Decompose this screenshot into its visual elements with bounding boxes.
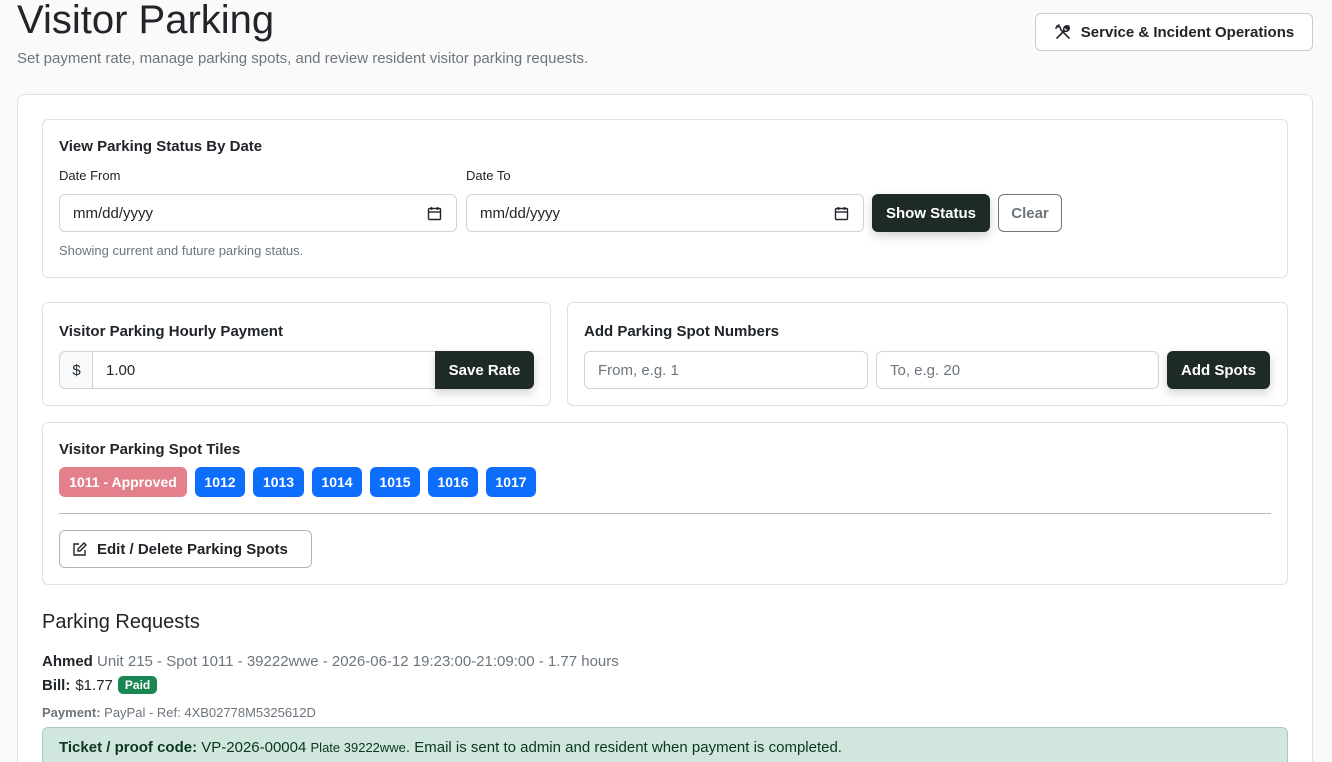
ticket-note: . Email is sent to admin and resident wh… bbox=[405, 739, 842, 756]
save-rate-button[interactable]: Save Rate bbox=[435, 351, 534, 389]
spot-to-placeholder: To, e.g. 20 bbox=[890, 361, 961, 379]
page-subtitle: Set payment rate, manage parking spots, … bbox=[17, 50, 589, 67]
date-from-label: Date From bbox=[59, 168, 121, 183]
calendar-icon[interactable] bbox=[834, 206, 849, 221]
request-summary: Ahmed Unit 215 - Spot 1011 - 39222wwe - … bbox=[42, 653, 619, 670]
hourly-payment-title: Visitor Parking Hourly Payment bbox=[59, 323, 283, 340]
currency-prefix: $ bbox=[59, 351, 93, 389]
add-spots-button[interactable]: Add Spots bbox=[1167, 351, 1270, 389]
request-payment: Payment: PayPal - Ref: 4XB02778M5325612D bbox=[42, 705, 316, 720]
date-to-placeholder: mm/dd/yyyy bbox=[480, 204, 561, 222]
payment-details: PayPal - Ref: 4XB02778M5325612D bbox=[104, 705, 316, 720]
spot-to-input[interactable]: To, e.g. 20 bbox=[876, 351, 1159, 389]
spot-tile[interactable]: 1011 - Approved bbox=[59, 467, 187, 497]
request-bill: Bill: $1.77 Paid bbox=[42, 676, 158, 694]
date-from-placeholder: mm/dd/yyyy bbox=[73, 204, 154, 222]
status-by-date-title: View Parking Status By Date bbox=[59, 138, 263, 155]
spot-tile[interactable]: 1013 bbox=[253, 467, 304, 497]
spot-from-input[interactable]: From, e.g. 1 bbox=[584, 351, 868, 389]
date-to-input[interactable]: mm/dd/yyyy bbox=[466, 194, 864, 232]
spot-tile[interactable]: 1014 bbox=[312, 467, 362, 497]
service-incident-label: Service & Incident Operations bbox=[1080, 23, 1295, 41]
bill-amount: $1.77 bbox=[75, 676, 113, 694]
ticket-plate: Plate 39222wwe bbox=[310, 740, 406, 755]
service-incident-button[interactable]: Service & Incident Operations bbox=[1035, 13, 1313, 51]
status-badge: Paid bbox=[117, 676, 158, 694]
spot-from-placeholder: From, e.g. 1 bbox=[598, 361, 679, 379]
clear-button[interactable]: Clear bbox=[998, 194, 1062, 232]
pencil-square-icon bbox=[73, 542, 87, 556]
tools-icon bbox=[1054, 24, 1070, 39]
spot-tile[interactable]: 1012 bbox=[195, 467, 245, 497]
spot-tile[interactable]: 1015 bbox=[370, 467, 420, 497]
hourly-rate-input[interactable]: 1.00 bbox=[92, 351, 438, 389]
ticket-code: VP-2026-00004 bbox=[201, 739, 307, 756]
calendar-icon[interactable] bbox=[427, 206, 442, 221]
edit-delete-spots-button[interactable]: Edit / Delete Parking Spots bbox=[59, 530, 312, 568]
show-status-button[interactable]: Show Status bbox=[872, 194, 990, 232]
request-details: Unit 215 - Spot 1011 - 39222wwe - 2026-0… bbox=[97, 653, 619, 670]
date-to-label: Date To bbox=[466, 168, 511, 183]
request-name: Ahmed bbox=[42, 653, 93, 670]
bill-label: Bill: bbox=[42, 676, 71, 694]
status-hint: Showing current and future parking statu… bbox=[59, 243, 304, 258]
date-from-input[interactable]: mm/dd/yyyy bbox=[59, 194, 457, 232]
tiles-divider bbox=[59, 513, 1271, 514]
ticket-proof-alert: Ticket / proof code: VP-2026-00004 Plate… bbox=[42, 727, 1288, 762]
ticket-label: Ticket / proof code: bbox=[59, 739, 198, 756]
spot-tile[interactable]: 1017 bbox=[486, 467, 536, 497]
spot-tile[interactable]: 1016 bbox=[428, 467, 478, 497]
edit-delete-spots-label: Edit / Delete Parking Spots bbox=[97, 540, 288, 558]
add-spots-title: Add Parking Spot Numbers bbox=[584, 323, 780, 340]
hourly-rate-value: 1.00 bbox=[106, 361, 136, 379]
payment-label: Payment: bbox=[42, 705, 101, 720]
page-title: Visitor Parking bbox=[17, 0, 275, 42]
parking-requests-title: Parking Requests bbox=[42, 611, 200, 633]
spot-tiles-title: Visitor Parking Spot Tiles bbox=[59, 441, 241, 458]
